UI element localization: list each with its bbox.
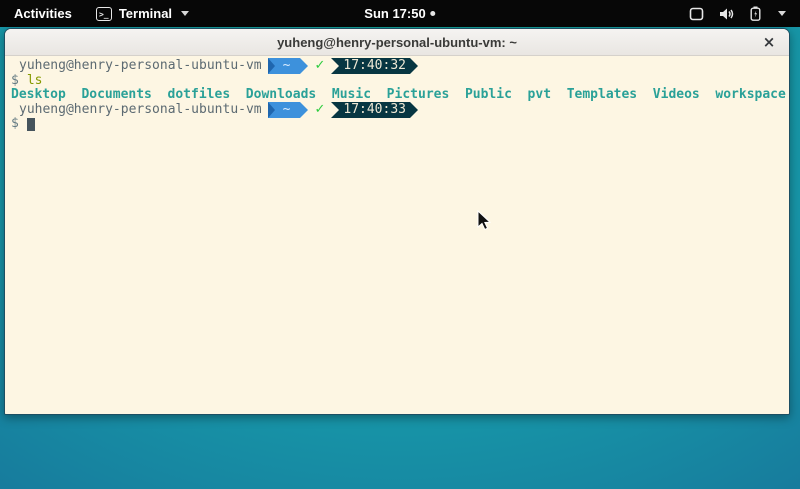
powerline-tip-icon	[410, 102, 418, 118]
prompt-dollar: $	[11, 74, 19, 89]
prompt-time: 17:40:33	[341, 103, 410, 118]
prompt-line: yuheng@henry-personal-ubuntu-vm ~ ✓ 17:4…	[11, 59, 787, 74]
activities-button[interactable]: Activities	[0, 0, 86, 27]
powerline-arrow-icon	[268, 102, 275, 118]
prompt-user: yuheng@henry-personal-ubuntu-vm	[19, 59, 262, 74]
app-menu-label: Terminal	[119, 6, 172, 21]
powerline-arrow-icon	[268, 58, 275, 74]
mouse-cursor	[477, 210, 492, 232]
close-icon: ×	[763, 33, 776, 51]
volume-icon	[719, 7, 735, 21]
powerline-notch-icon	[331, 58, 339, 74]
prompt-time-segment: 17:40:32	[331, 58, 418, 74]
prompt-path: ~	[281, 59, 299, 74]
activities-label: Activities	[14, 6, 72, 21]
top-bar: Activities >_ Terminal Sun 17:50	[0, 0, 800, 27]
status-check-icon: ✓	[314, 103, 325, 118]
clock-label: Sun 17:50	[364, 6, 425, 21]
screen-icon	[689, 7, 704, 21]
window-title: yuheng@henry-personal-ubuntu-vm: ~	[277, 35, 517, 50]
chevron-down-icon	[778, 11, 786, 16]
notification-dot	[431, 11, 436, 16]
terminal-icon: >_	[96, 7, 112, 21]
clock-button[interactable]: Sun 17:50	[364, 0, 435, 27]
desktop: Activities >_ Terminal Sun 17:50	[0, 0, 800, 489]
powerline-tip-icon	[300, 58, 308, 74]
prompt-time-segment: 17:40:33	[331, 102, 418, 118]
typed-command: ls	[27, 74, 43, 89]
terminal-window: yuheng@henry-personal-ubuntu-vm: ~ × yuh…	[4, 28, 790, 415]
command-line: $ ls	[11, 74, 787, 89]
powerline-tip-icon	[410, 58, 418, 74]
status-check-icon: ✓	[314, 59, 325, 74]
system-status-menu[interactable]	[689, 0, 800, 27]
input-line: $	[11, 117, 787, 132]
app-menu-terminal[interactable]: >_ Terminal	[86, 0, 199, 27]
powerline-notch-icon	[331, 102, 339, 118]
prompt-dollar: $	[11, 117, 19, 132]
battery-icon	[750, 6, 761, 21]
prompt-path-segment: ~	[268, 102, 309, 118]
prompt-path: ~	[281, 103, 299, 118]
text-cursor	[27, 118, 35, 131]
prompt-line: yuheng@henry-personal-ubuntu-vm ~ ✓ 17:4…	[11, 103, 787, 118]
prompt-time: 17:40:32	[341, 59, 410, 74]
terminal-content[interactable]: yuheng@henry-personal-ubuntu-vm ~ ✓ 17:4…	[5, 56, 789, 414]
prompt-user: yuheng@henry-personal-ubuntu-vm	[19, 103, 262, 118]
window-titlebar[interactable]: yuheng@henry-personal-ubuntu-vm: ~ ×	[5, 29, 789, 56]
close-button[interactable]: ×	[760, 33, 778, 51]
prompt-path-segment: ~	[268, 58, 309, 74]
ls-output: Desktop Documents dotfiles Downloads Mus…	[11, 88, 787, 103]
chevron-down-icon	[181, 11, 189, 16]
powerline-tip-icon	[300, 102, 308, 118]
